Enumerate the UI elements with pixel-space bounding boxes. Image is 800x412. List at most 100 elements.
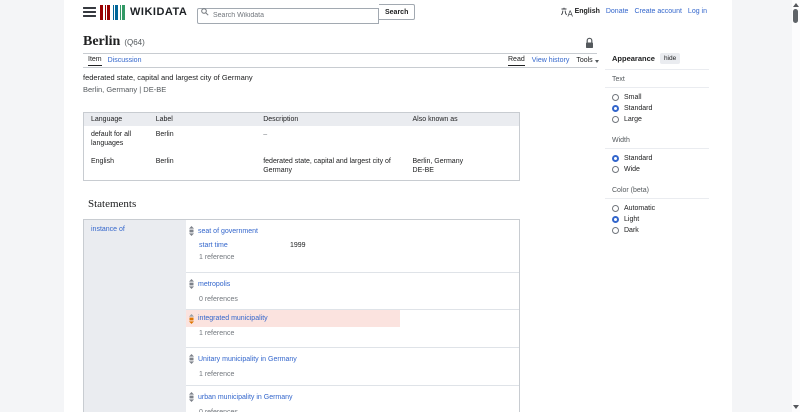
statement: Unitary municipality in Germany 1 refere… — [186, 347, 519, 385]
radio-icon — [612, 116, 619, 123]
cell-aliases — [406, 126, 519, 153]
tools-label: Tools — [576, 57, 593, 64]
radio-icon — [612, 166, 619, 173]
statement-value-link[interactable]: integrated municipality — [198, 315, 268, 322]
radio-text-small[interactable]: Small — [612, 92, 709, 103]
language-selector[interactable]: A English — [560, 7, 600, 17]
tab-tools[interactable]: Tools — [576, 57, 599, 66]
table-row: default for all languages Berlin – — [84, 126, 519, 153]
tab-discussion[interactable]: Discussion — [108, 57, 142, 66]
property-link[interactable]: instance of — [91, 226, 125, 233]
radio-label: Large — [624, 116, 642, 123]
page-title: Berlin — [83, 34, 121, 49]
search-input[interactable] — [197, 7, 379, 24]
statement-value-link[interactable]: seat of government — [198, 228, 258, 235]
width-options: Standard Wide — [605, 149, 709, 181]
tabs-divider — [83, 67, 597, 68]
cell-language: English — [91, 158, 114, 165]
terms-table: Language Label Description Also known as… — [83, 112, 520, 181]
radio-label: Dark — [624, 227, 639, 234]
col-label: Label — [155, 116, 173, 123]
header-user-links: A English Donate Create account Log in — [560, 0, 707, 23]
language-label: English — [574, 8, 600, 15]
entity-description: federated state, capital and largest cit… — [83, 73, 253, 82]
radio-label: Wide — [624, 166, 640, 173]
page-title-row: Berlin (Q64) — [83, 32, 597, 50]
title-divider — [83, 53, 597, 54]
statement-value-link[interactable]: metropolis — [198, 281, 230, 288]
cell-description: federated state, capital and largest cit… — [263, 158, 391, 174]
view-tabs: Read View history Tools — [508, 56, 599, 66]
statement: urban municipality in Germany 0 referenc… — [186, 385, 519, 412]
create-account-link[interactable]: Create account — [634, 8, 681, 15]
text-section-label: Text — [605, 70, 709, 88]
property-cell: instance of — [84, 220, 186, 412]
search-button[interactable]: Search — [379, 4, 416, 20]
statement: seat of government start time 1999 1 ref… — [186, 220, 519, 272]
cell-language: default for all languages — [91, 131, 132, 147]
radio-text-large[interactable]: Large — [612, 114, 709, 125]
radio-width-standard[interactable]: Standard — [612, 153, 709, 164]
scrollbar-thumb[interactable] — [793, 9, 798, 23]
text-options: Small Standard Large — [605, 88, 709, 131]
references-toggle[interactable]: 0 references — [186, 296, 519, 303]
vertical-scrollbar[interactable] — [792, 0, 800, 412]
terms-table-header: Language Label Description Also known as — [84, 113, 519, 126]
radio-color-dark[interactable]: Dark — [612, 225, 709, 236]
rank-selector-icon[interactable] — [189, 354, 194, 364]
donate-link[interactable]: Donate — [606, 8, 629, 15]
appearance-header: Appearance hide — [605, 50, 709, 70]
appearance-panel: Appearance hide Text Small Standard Larg… — [605, 50, 709, 242]
claims-list: seat of government start time 1999 1 ref… — [186, 220, 519, 412]
radio-checked-icon — [612, 105, 619, 112]
radio-color-light[interactable]: Light — [612, 214, 709, 225]
radio-checked-icon — [612, 216, 619, 223]
width-section-label: Width — [605, 131, 709, 149]
col-description: Description — [263, 116, 299, 123]
radio-text-standard[interactable]: Standard — [612, 103, 709, 114]
references-toggle[interactable]: 1 reference — [186, 254, 519, 261]
tab-read[interactable]: Read — [508, 56, 525, 66]
color-options: Automatic Light Dark — [605, 199, 709, 242]
search-box — [197, 4, 379, 24]
hide-button[interactable]: hide — [659, 53, 681, 64]
statement-value-link[interactable]: urban municipality in Germany — [198, 394, 293, 401]
radio-color-automatic[interactable]: Automatic — [612, 203, 709, 214]
radio-label: Standard — [624, 155, 653, 162]
color-section-label: Color (beta) — [605, 181, 709, 199]
cell-aliases: Berlin, Germany DE-BE — [406, 153, 519, 180]
scroll-up-arrow-icon[interactable] — [793, 3, 799, 7]
rank-selector-icon[interactable] — [189, 279, 194, 289]
alias-line: DE-BE — [412, 167, 434, 174]
statement-main-row: urban municipality in Germany — [186, 391, 519, 403]
statement-value-link[interactable]: Unitary municipality in Germany — [198, 356, 297, 363]
radio-checked-icon — [612, 155, 619, 162]
statement-main-row: Unitary municipality in Germany — [186, 353, 519, 365]
language-icon: A — [560, 7, 573, 17]
wikidata-logo-text: WIKIDATA — [130, 6, 188, 18]
tab-item[interactable]: Item — [88, 56, 102, 66]
qualifier-property-link[interactable]: start time — [199, 242, 290, 249]
statement: metropolis 0 references — [186, 272, 519, 309]
main-menu-icon[interactable] — [83, 7, 96, 19]
wikidata-logo[interactable]: WIKIDATA — [100, 4, 187, 20]
namespace-tabs: Item Discussion — [88, 56, 141, 66]
cell-description: – — [263, 131, 268, 138]
references-toggle[interactable]: 1 reference — [186, 371, 519, 378]
cell-label: Berlin — [155, 131, 174, 138]
scroll-down-arrow-icon[interactable] — [793, 405, 799, 409]
log-in-link[interactable]: Log in — [688, 8, 707, 15]
tab-view-history[interactable]: View history — [532, 57, 570, 66]
rank-selector-icon[interactable] — [189, 226, 194, 236]
table-row: English Berlin federated state, capital … — [84, 153, 519, 180]
wikidata-logo-barcode-icon — [100, 5, 125, 20]
qualifier-value: 1999 — [290, 242, 306, 249]
alias-line: Berlin, Germany — [412, 158, 464, 165]
svg-text:A: A — [567, 9, 573, 17]
rank-selector-icon-deprecated[interactable] — [189, 313, 194, 324]
references-toggle[interactable]: 1 reference — [186, 330, 519, 337]
qualifier-row: start time 1999 — [186, 240, 519, 251]
radio-width-wide[interactable]: Wide — [612, 164, 709, 175]
rank-selector-icon[interactable] — [189, 392, 194, 402]
radio-label: Light — [624, 216, 640, 223]
